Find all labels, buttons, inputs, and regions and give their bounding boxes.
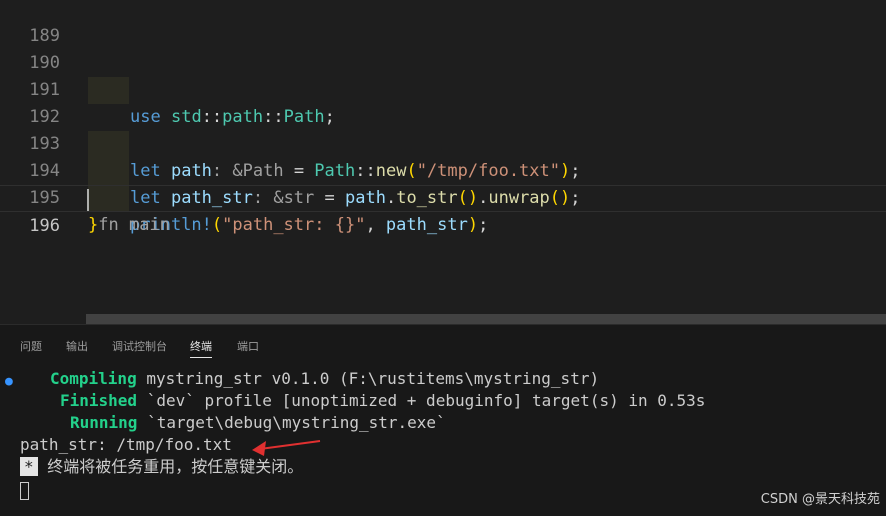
text-caret [87,189,89,211]
terminal-line: Running `target\debug\mystring_str.exe` [70,413,446,432]
panel-tabs: 问题 输出 调试控制台 终端 端口 [0,325,886,359]
closing-brace: } [88,215,99,235]
code-line[interactable]: 191 [0,50,886,100]
code-line[interactable]: 194 println!("path_str: {}", path_str); [0,131,886,235]
code-line[interactable]: 189 [0,0,886,46]
code-text: }fn main [88,212,170,239]
task-status-dot-icon: ● [5,374,13,389]
line-number: 196 [29,216,60,236]
tab-problems[interactable]: 问题 [20,338,42,354]
code-line[interactable]: 190 use std::path::Path; [0,23,886,127]
terminal-line: Compiling mystring_str v0.1.0 (F:\rustit… [50,369,600,388]
terminal-line: Finished `dev` profile [unoptimized + de… [60,391,706,410]
tab-terminal[interactable]: 终端 [190,338,212,358]
terminal-output-line: path_str: /tmp/foo.txt [20,435,232,454]
tab-ports[interactable]: 端口 [237,338,259,354]
code-line[interactable]: 193 let path_str: &str = path.to_str().u… [0,104,886,208]
code-line[interactable]: 192 let path: &Path = Path::new("/tmp/fo… [0,77,886,181]
code-editor[interactable]: 189 190 use std::path::Path; 191 192 let… [0,0,886,318]
code-line[interactable]: 195 }fn main [0,158,886,235]
code-text: println!("path_str: {}", path_str); [130,215,489,235]
terminal-line: * 终端将被任务重用，按任意键关闭。 [20,456,303,478]
watermark: CSDN @景天科技苑 [760,492,880,507]
scope-hint: fn main [98,215,170,235]
tab-debug-console[interactable]: 调试控制台 [112,338,167,354]
horizontal-scrollbar[interactable] [86,314,886,324]
code-line-current[interactable]: 196 [0,185,886,236]
bottom-panel: 问题 输出 调试控制台 终端 端口 ● Compiling mystring_s… [0,324,886,516]
arrow-annotation-icon [252,440,321,456]
tab-output[interactable]: 输出 [66,338,88,354]
terminal-cursor [20,482,29,500]
star-marker: * [20,457,38,476]
